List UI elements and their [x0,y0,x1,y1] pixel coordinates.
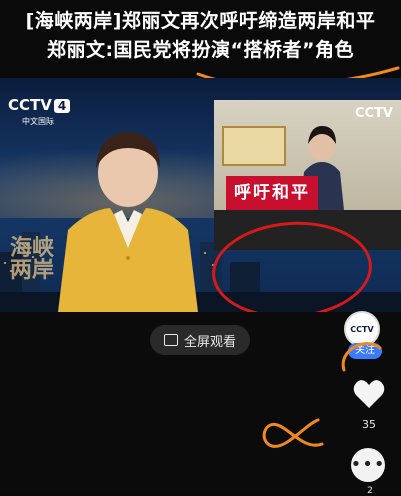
orange-alpha-scribble [262,418,324,448]
more-count: 2 [367,486,373,496]
more-button[interactable]: ••• [351,448,385,482]
heart-icon[interactable] [352,378,386,410]
fullscreen-label: 全屏观看 [183,334,236,350]
video-player[interactable]: CCTV 4 中文国际 海峡 两岸 CCTV 呼吁和平 [0,78,401,312]
headline-line-1: [海峡两岸]郑丽文再次呼吁缔造两岸和平 [25,10,376,32]
headline-line-2: 郑丽文:国民党将扮演“搭桥者”角色 [46,39,355,61]
fullscreen-icon [163,334,178,346]
fullscreen-button[interactable]: 全屏观看 [150,325,250,355]
cctv-logo: CCTV 4 [8,96,71,114]
news-anchor [58,132,198,312]
more-dots-icon: ••• [350,454,386,475]
like-count: 35 [362,418,376,431]
cctv-logo-text: CCTV [8,96,52,114]
orange-circle-scribble [341,342,382,372]
headline-area: [海峡两岸]郑丽文再次呼吁缔造两岸和平 郑丽文:国民党将扮演“搭桥者”角色 [0,0,401,68]
inset-banner: 呼吁和平 [226,176,318,210]
cctv-channel-number: 4 [53,99,71,113]
